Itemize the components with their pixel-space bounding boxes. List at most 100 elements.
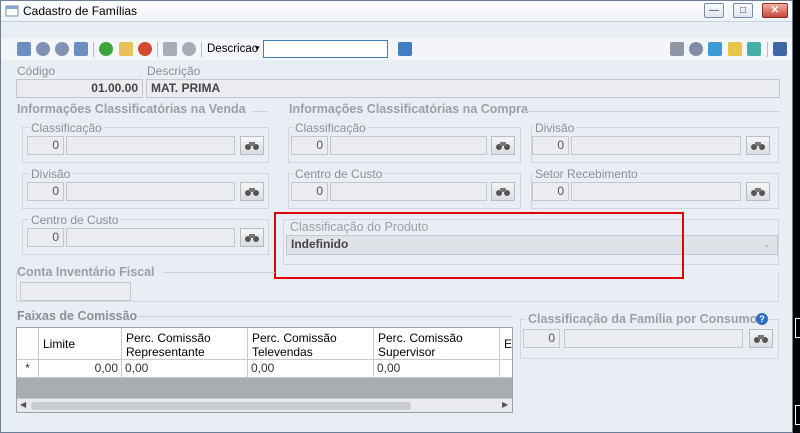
table-cell[interactable]: [500, 360, 512, 378]
group-divider: [525, 111, 779, 112]
binoculars-icon: [751, 142, 765, 150]
binoculars-icon: [754, 335, 768, 343]
compra-divisao-code[interactable]: 0: [532, 136, 569, 155]
compra-centro-desc[interactable]: [330, 182, 487, 201]
descricao-field[interactable]: MAT. PRIMA: [146, 79, 780, 98]
delete-icon[interactable]: [138, 42, 152, 56]
compra-divisao-desc[interactable]: [571, 136, 741, 155]
help-icon[interactable]: [747, 42, 761, 56]
table-cell[interactable]: 0,00: [122, 360, 248, 378]
previous-record-icon[interactable]: [36, 42, 50, 56]
compra-divisao-label: Divisão: [533, 121, 577, 135]
search-input[interactable]: [263, 40, 388, 58]
compra-group-title: Informações Classificatórias na Compra: [289, 102, 528, 116]
venda-divisao-desc[interactable]: [66, 182, 235, 201]
toolbar-separator: [93, 42, 94, 57]
horizontal-scrollbar[interactable]: ◀ ▶: [17, 398, 512, 412]
descricao-label: Descrição: [147, 64, 201, 78]
binoculars-icon: [245, 142, 259, 150]
note-icon[interactable]: [728, 42, 742, 56]
venda-classificacao-label: Classificação: [29, 121, 104, 135]
column-header-supervisor[interactable]: Perc. Comissão Supervisor: [374, 328, 500, 360]
lookup-button[interactable]: [491, 136, 515, 155]
comissao-label: Faixas de Comissão: [17, 309, 138, 323]
binoculars-icon: [245, 234, 259, 242]
consumo-desc[interactable]: [564, 329, 743, 348]
app-icon: [5, 5, 19, 17]
search-icon[interactable]: [398, 42, 412, 56]
report-icon[interactable]: [670, 42, 684, 56]
binoculars-icon: [751, 188, 765, 196]
binoculars-icon: [245, 188, 259, 196]
edit-icon[interactable]: [119, 42, 133, 56]
window-title: Cadastro de Famílias: [23, 4, 138, 18]
save-icon[interactable]: [163, 42, 177, 56]
last-record-icon[interactable]: [74, 42, 88, 56]
binoculars-icon: [496, 142, 510, 150]
codigo-field[interactable]: 01.00.00: [16, 79, 143, 98]
background-window-edge: [795, 405, 800, 425]
venda-centro-code[interactable]: 0: [27, 228, 64, 247]
grid-row-header: [17, 328, 39, 360]
column-header-limite[interactable]: Limite: [39, 328, 122, 360]
toolbar-separator: [767, 42, 768, 57]
scroll-right-icon[interactable]: ▶: [502, 400, 508, 409]
venda-classificacao-code[interactable]: 0: [27, 136, 64, 155]
background-window-edge: [795, 318, 800, 338]
scroll-thumb[interactable]: [31, 402, 411, 410]
lookup-button[interactable]: [240, 182, 264, 201]
toolbar-separator: [201, 42, 202, 57]
help-icon[interactable]: ?: [756, 313, 768, 325]
group-divider: [139, 316, 513, 317]
compra-centro-code[interactable]: 0: [291, 182, 328, 201]
table-cell[interactable]: 0,00: [248, 360, 374, 378]
compra-classificacao-desc[interactable]: [330, 136, 487, 155]
menu-icon[interactable]: [773, 42, 787, 56]
compra-classificacao-code[interactable]: 0: [291, 136, 328, 155]
venda-classificacao-desc[interactable]: [66, 136, 235, 155]
close-button[interactable]: ✕: [762, 3, 788, 18]
group-divider: [253, 111, 267, 112]
venda-centro-label: Centro de Custo: [29, 213, 121, 227]
undo-icon[interactable]: [182, 42, 196, 56]
column-header-representante[interactable]: Perc. Comissão Representante: [122, 328, 248, 360]
maximize-button[interactable]: □: [733, 3, 753, 18]
lookup-button[interactable]: [749, 329, 773, 348]
codigo-label: Código: [17, 64, 56, 78]
inventario-field[interactable]: [20, 282, 131, 301]
column-header-partial[interactable]: E: [500, 328, 512, 360]
venda-divisao-label: Divisão: [29, 167, 73, 181]
consumo-code[interactable]: 0: [523, 329, 560, 348]
first-record-icon[interactable]: [17, 42, 31, 56]
settings-icon[interactable]: [689, 42, 703, 56]
lookup-button[interactable]: [491, 182, 515, 201]
venda-centro-desc[interactable]: [66, 228, 235, 247]
add-icon[interactable]: [99, 42, 113, 56]
title-bar: Cadastro de Famílias — □ ✕: [1, 1, 792, 22]
table-cell[interactable]: 0,00: [374, 360, 500, 378]
chevron-down-icon[interactable]: ⌄: [763, 239, 771, 250]
lookup-button[interactable]: [746, 136, 770, 155]
refresh-icon[interactable]: [708, 42, 722, 56]
consumo-label: Classificação da Família por Consumo: [526, 312, 760, 326]
toolbar-separator: [157, 42, 158, 57]
lookup-button[interactable]: [240, 228, 264, 247]
chevron-down-icon[interactable]: ▾: [255, 43, 260, 54]
venda-group-title: Informações Classificatórias na Venda: [17, 102, 246, 116]
lookup-button[interactable]: [240, 136, 264, 155]
lookup-button[interactable]: [746, 182, 770, 201]
column-header-televendas[interactable]: Perc. Comissão Televendas: [248, 328, 374, 360]
compra-setor-code[interactable]: 0: [532, 182, 569, 201]
compra-setor-desc[interactable]: [571, 182, 741, 201]
search-field-combo[interactable]: Descricao: [207, 43, 258, 55]
highlight-box: [274, 212, 684, 279]
minimize-button[interactable]: —: [704, 3, 724, 18]
next-record-icon[interactable]: [55, 42, 69, 56]
main-window: Cadastro de Famílias — □ ✕ Descricao ▾ C…: [0, 0, 793, 433]
compra-centro-label: Centro de Custo: [293, 167, 385, 181]
venda-divisao-code[interactable]: 0: [27, 182, 64, 201]
compra-setor-label: Setor Recebimento: [533, 167, 640, 181]
compra-classificacao-label: Classificação: [293, 121, 368, 135]
scroll-left-icon[interactable]: ◀: [20, 400, 26, 409]
table-cell[interactable]: 0,00: [39, 360, 122, 378]
